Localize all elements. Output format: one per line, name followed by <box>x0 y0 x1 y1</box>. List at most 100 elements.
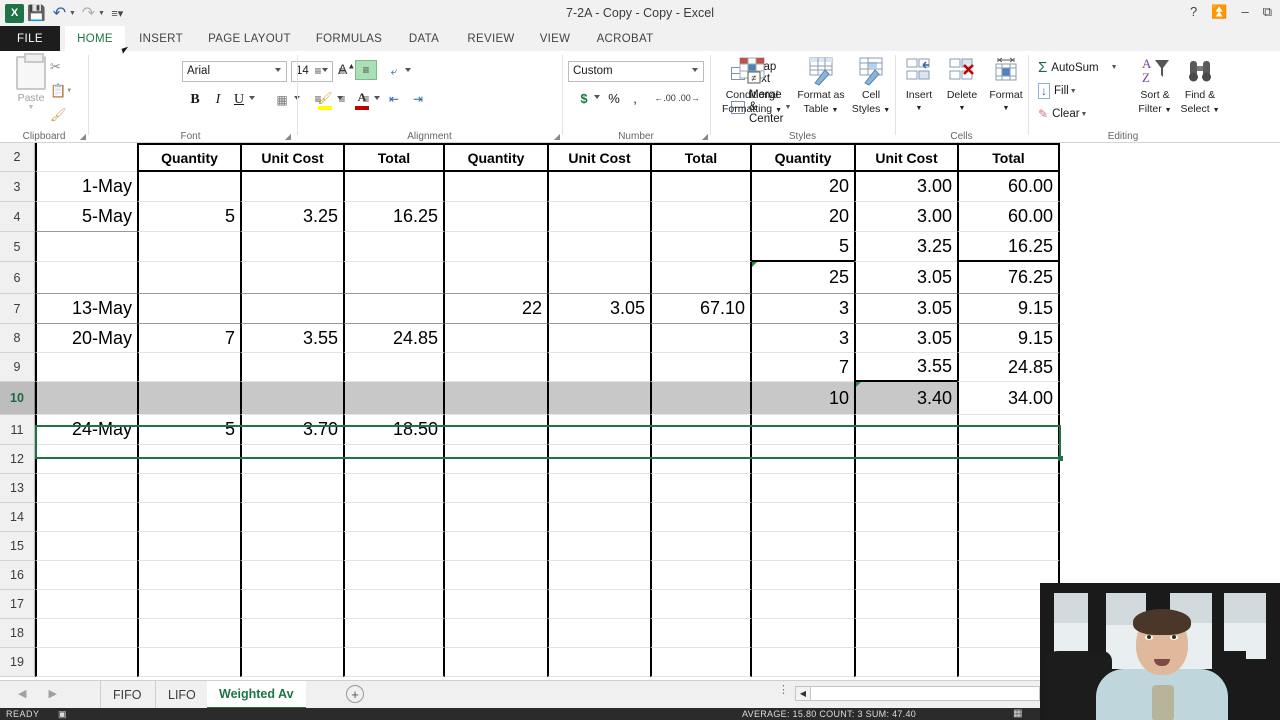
cell-purchases-unitcost[interactable] <box>240 561 343 590</box>
cell-purchases-total[interactable] <box>343 172 445 202</box>
cell-cogs-total[interactable] <box>650 353 752 382</box>
cell-cogs-total[interactable] <box>650 262 752 294</box>
fill-handle[interactable] <box>1058 456 1063 461</box>
bold-button[interactable]: B <box>184 89 206 111</box>
cell-cogs-total[interactable] <box>650 619 752 648</box>
cell-inventory-unitcost[interactable]: 3.55 <box>854 353 957 382</box>
underline-dropdown-icon[interactable] <box>249 96 255 100</box>
cell-purchases-quantity[interactable] <box>137 172 240 202</box>
cell-purchases-total[interactable] <box>343 474 445 503</box>
cell-inventory-unitcost[interactable] <box>854 619 957 648</box>
row-header-17[interactable]: 17 <box>0 590 35 619</box>
cell-purchases-quantity[interactable]: 7 <box>137 324 240 353</box>
cell-purchases-total[interactable] <box>343 382 445 415</box>
cell-cogs-quantity[interactable] <box>445 415 547 445</box>
cell-purchases-total[interactable] <box>343 648 445 677</box>
cell-cogs-total[interactable] <box>650 445 752 474</box>
number-format-dropdown-icon[interactable] <box>692 68 698 72</box>
row-header-4[interactable]: 4 <box>0 202 35 232</box>
copy-icon[interactable]: 📋 ▼ <box>50 79 80 103</box>
cell-cogs-quantity[interactable] <box>445 619 547 648</box>
cell-inventory-total[interactable]: 9.15 <box>957 294 1060 324</box>
cell-cogs-quantity[interactable]: 22 <box>445 294 547 324</box>
cell-date[interactable] <box>35 590 137 619</box>
cell-purchases-total[interactable] <box>343 232 445 262</box>
orientation-icon[interactable]: ⤶ <box>383 61 405 81</box>
table-row[interactable] <box>35 445 1060 474</box>
cell-cogs-total[interactable] <box>650 382 752 415</box>
cell-purchases-unitcost[interactable] <box>240 590 343 619</box>
cell-purchases-unitcost[interactable] <box>240 648 343 677</box>
tab-insert[interactable]: INSERT <box>131 26 191 51</box>
cell-inventory-total[interactable]: 24.85 <box>957 353 1060 382</box>
cell-purchases-quantity[interactable] <box>137 561 240 590</box>
cell-cogs-quantity[interactable] <box>445 648 547 677</box>
cell-date[interactable] <box>35 382 137 415</box>
cell-cogs-total[interactable] <box>650 503 752 532</box>
cell-cogs-total[interactable] <box>650 172 752 202</box>
tab-data[interactable]: DATA <box>398 26 450 51</box>
row-header-9[interactable]: 9 <box>0 353 35 382</box>
record-macro-icon[interactable]: ▣ <box>58 709 67 720</box>
cell-cogs-quantity[interactable] <box>445 382 547 415</box>
table-row[interactable]: 10 3.40 34.00 <box>35 382 1060 415</box>
row-header-2[interactable]: 2 <box>0 143 35 172</box>
format-dropdown-icon[interactable]: ▼ <box>983 103 1029 115</box>
cell-cogs-total[interactable] <box>650 415 752 445</box>
borders-icon[interactable]: ▦ <box>271 89 293 111</box>
table-row[interactable]: 13-May 22 3.05 67.10 3 3.05 9.15 <box>35 294 1060 324</box>
cell-inventory-unitcost[interactable] <box>854 415 957 445</box>
table-row[interactable]: 5 3.25 16.25 <box>35 232 1060 262</box>
cell-cogs-quantity[interactable] <box>445 503 547 532</box>
cell-inventory-quantity[interactable] <box>752 474 854 503</box>
row-header-16[interactable]: 16 <box>0 561 35 590</box>
table-row[interactable] <box>35 532 1060 561</box>
cell-cogs-total[interactable] <box>650 474 752 503</box>
cell-inventory-quantity[interactable]: 20 <box>752 202 854 232</box>
cell-purchases-quantity[interactable] <box>137 503 240 532</box>
cell-inventory-total[interactable]: 76.25 <box>957 262 1060 294</box>
cell-purchases-total[interactable]: 16.25 <box>343 202 445 232</box>
cell-date[interactable] <box>35 561 137 590</box>
col-header-cogs-quantity[interactable]: Quantity <box>445 143 547 172</box>
cell-inventory-quantity[interactable] <box>752 561 854 590</box>
cell-purchases-quantity[interactable] <box>137 648 240 677</box>
insert-dropdown-icon[interactable]: ▼ <box>897 103 941 115</box>
col-header-blank[interactable] <box>35 143 137 172</box>
cell-date[interactable] <box>35 532 137 561</box>
cell-cogs-total[interactable] <box>650 590 752 619</box>
cell-purchases-unitcost[interactable] <box>240 503 343 532</box>
table-row[interactable] <box>35 503 1060 532</box>
cell-cogs-unitcost[interactable] <box>547 648 650 677</box>
col-header-inventory-quantity[interactable]: Quantity <box>752 143 854 172</box>
orientation-dropdown-icon[interactable] <box>405 68 411 72</box>
table-row[interactable]: 7 3.55 24.85 <box>35 353 1060 382</box>
table-row[interactable] <box>35 619 1060 648</box>
cell-purchases-unitcost[interactable] <box>240 382 343 415</box>
tab-file[interactable]: FILE <box>0 26 60 51</box>
cell-date[interactable] <box>35 474 137 503</box>
cell-inventory-quantity[interactable]: 3 <box>752 294 854 324</box>
cell-purchases-total[interactable] <box>343 532 445 561</box>
cell-purchases-unitcost[interactable]: 3.25 <box>240 202 343 232</box>
restore-icon[interactable]: ⧉ <box>1263 2 1272 22</box>
cell-purchases-total[interactable] <box>343 445 445 474</box>
cell-purchases-quantity[interactable] <box>137 294 240 324</box>
cell-purchases-unitcost[interactable] <box>240 532 343 561</box>
cell-purchases-total[interactable]: 18.50 <box>343 415 445 445</box>
increase-decimal-icon[interactable]: ←.00 <box>654 87 676 109</box>
decrease-indent-icon[interactable]: ⇤ <box>383 89 405 109</box>
cell-inventory-quantity[interactable] <box>752 445 854 474</box>
cell-cogs-quantity[interactable] <box>445 590 547 619</box>
cell-purchases-unitcost[interactable] <box>240 353 343 382</box>
font-name-dropdown-icon[interactable] <box>275 68 281 72</box>
cell-inventory-total[interactable] <box>957 474 1060 503</box>
conditional-formatting-button[interactable]: ≠ Conditional Formatting ▼ <box>714 55 790 117</box>
cell-inventory-unitcost[interactable] <box>854 532 957 561</box>
cell-inventory-quantity[interactable] <box>752 503 854 532</box>
table-row[interactable] <box>35 474 1060 503</box>
cell-cogs-quantity[interactable] <box>445 561 547 590</box>
align-center-icon[interactable]: ≡ <box>331 89 353 109</box>
scissors-icon[interactable]: ✂ <box>50 55 80 79</box>
align-left-icon[interactable]: ≡ <box>307 89 329 109</box>
